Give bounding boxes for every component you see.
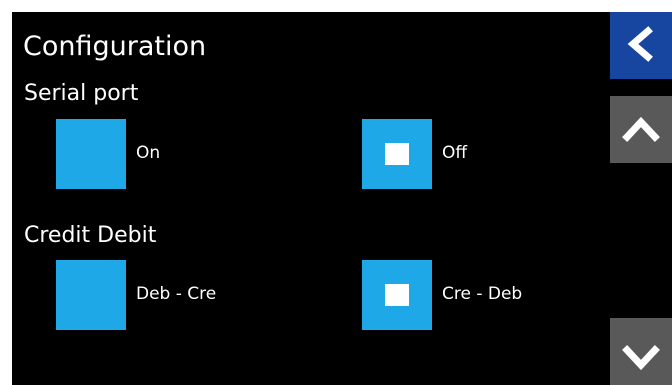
- cre-deb-option[interactable]: Cre - Deb: [362, 260, 552, 330]
- configuration-screen: Configuration Serial port On Off Credit …: [12, 12, 672, 385]
- back-button[interactable]: [610, 12, 672, 79]
- serial-port-section-label: Serial port: [24, 81, 139, 106]
- page-title: Configuration: [23, 31, 207, 62]
- serial-port-on-checkbox[interactable]: [56, 119, 126, 189]
- serial-port-off-option[interactable]: Off: [362, 119, 532, 189]
- serial-port-off-checkbox[interactable]: [362, 119, 432, 189]
- cre-deb-checkbox[interactable]: [362, 260, 432, 330]
- serial-port-on-label: On: [136, 143, 161, 163]
- scroll-up-button[interactable]: [610, 96, 672, 163]
- deb-cre-option[interactable]: Deb - Cre: [56, 260, 246, 330]
- chevron-up-icon: [622, 116, 660, 142]
- serial-port-off-label: Off: [442, 143, 468, 163]
- chevron-down-icon: [622, 345, 660, 371]
- deb-cre-label: Deb - Cre: [136, 284, 217, 304]
- selected-indicator: [385, 143, 409, 165]
- chevron-left-icon: [627, 26, 653, 62]
- scroll-down-button[interactable]: [610, 318, 672, 385]
- selected-indicator: [385, 284, 409, 306]
- credit-debit-section-label: Credit Debit: [24, 223, 157, 248]
- serial-port-on-option[interactable]: On: [56, 119, 226, 189]
- cre-deb-label: Cre - Deb: [442, 284, 523, 304]
- deb-cre-checkbox[interactable]: [56, 260, 126, 330]
